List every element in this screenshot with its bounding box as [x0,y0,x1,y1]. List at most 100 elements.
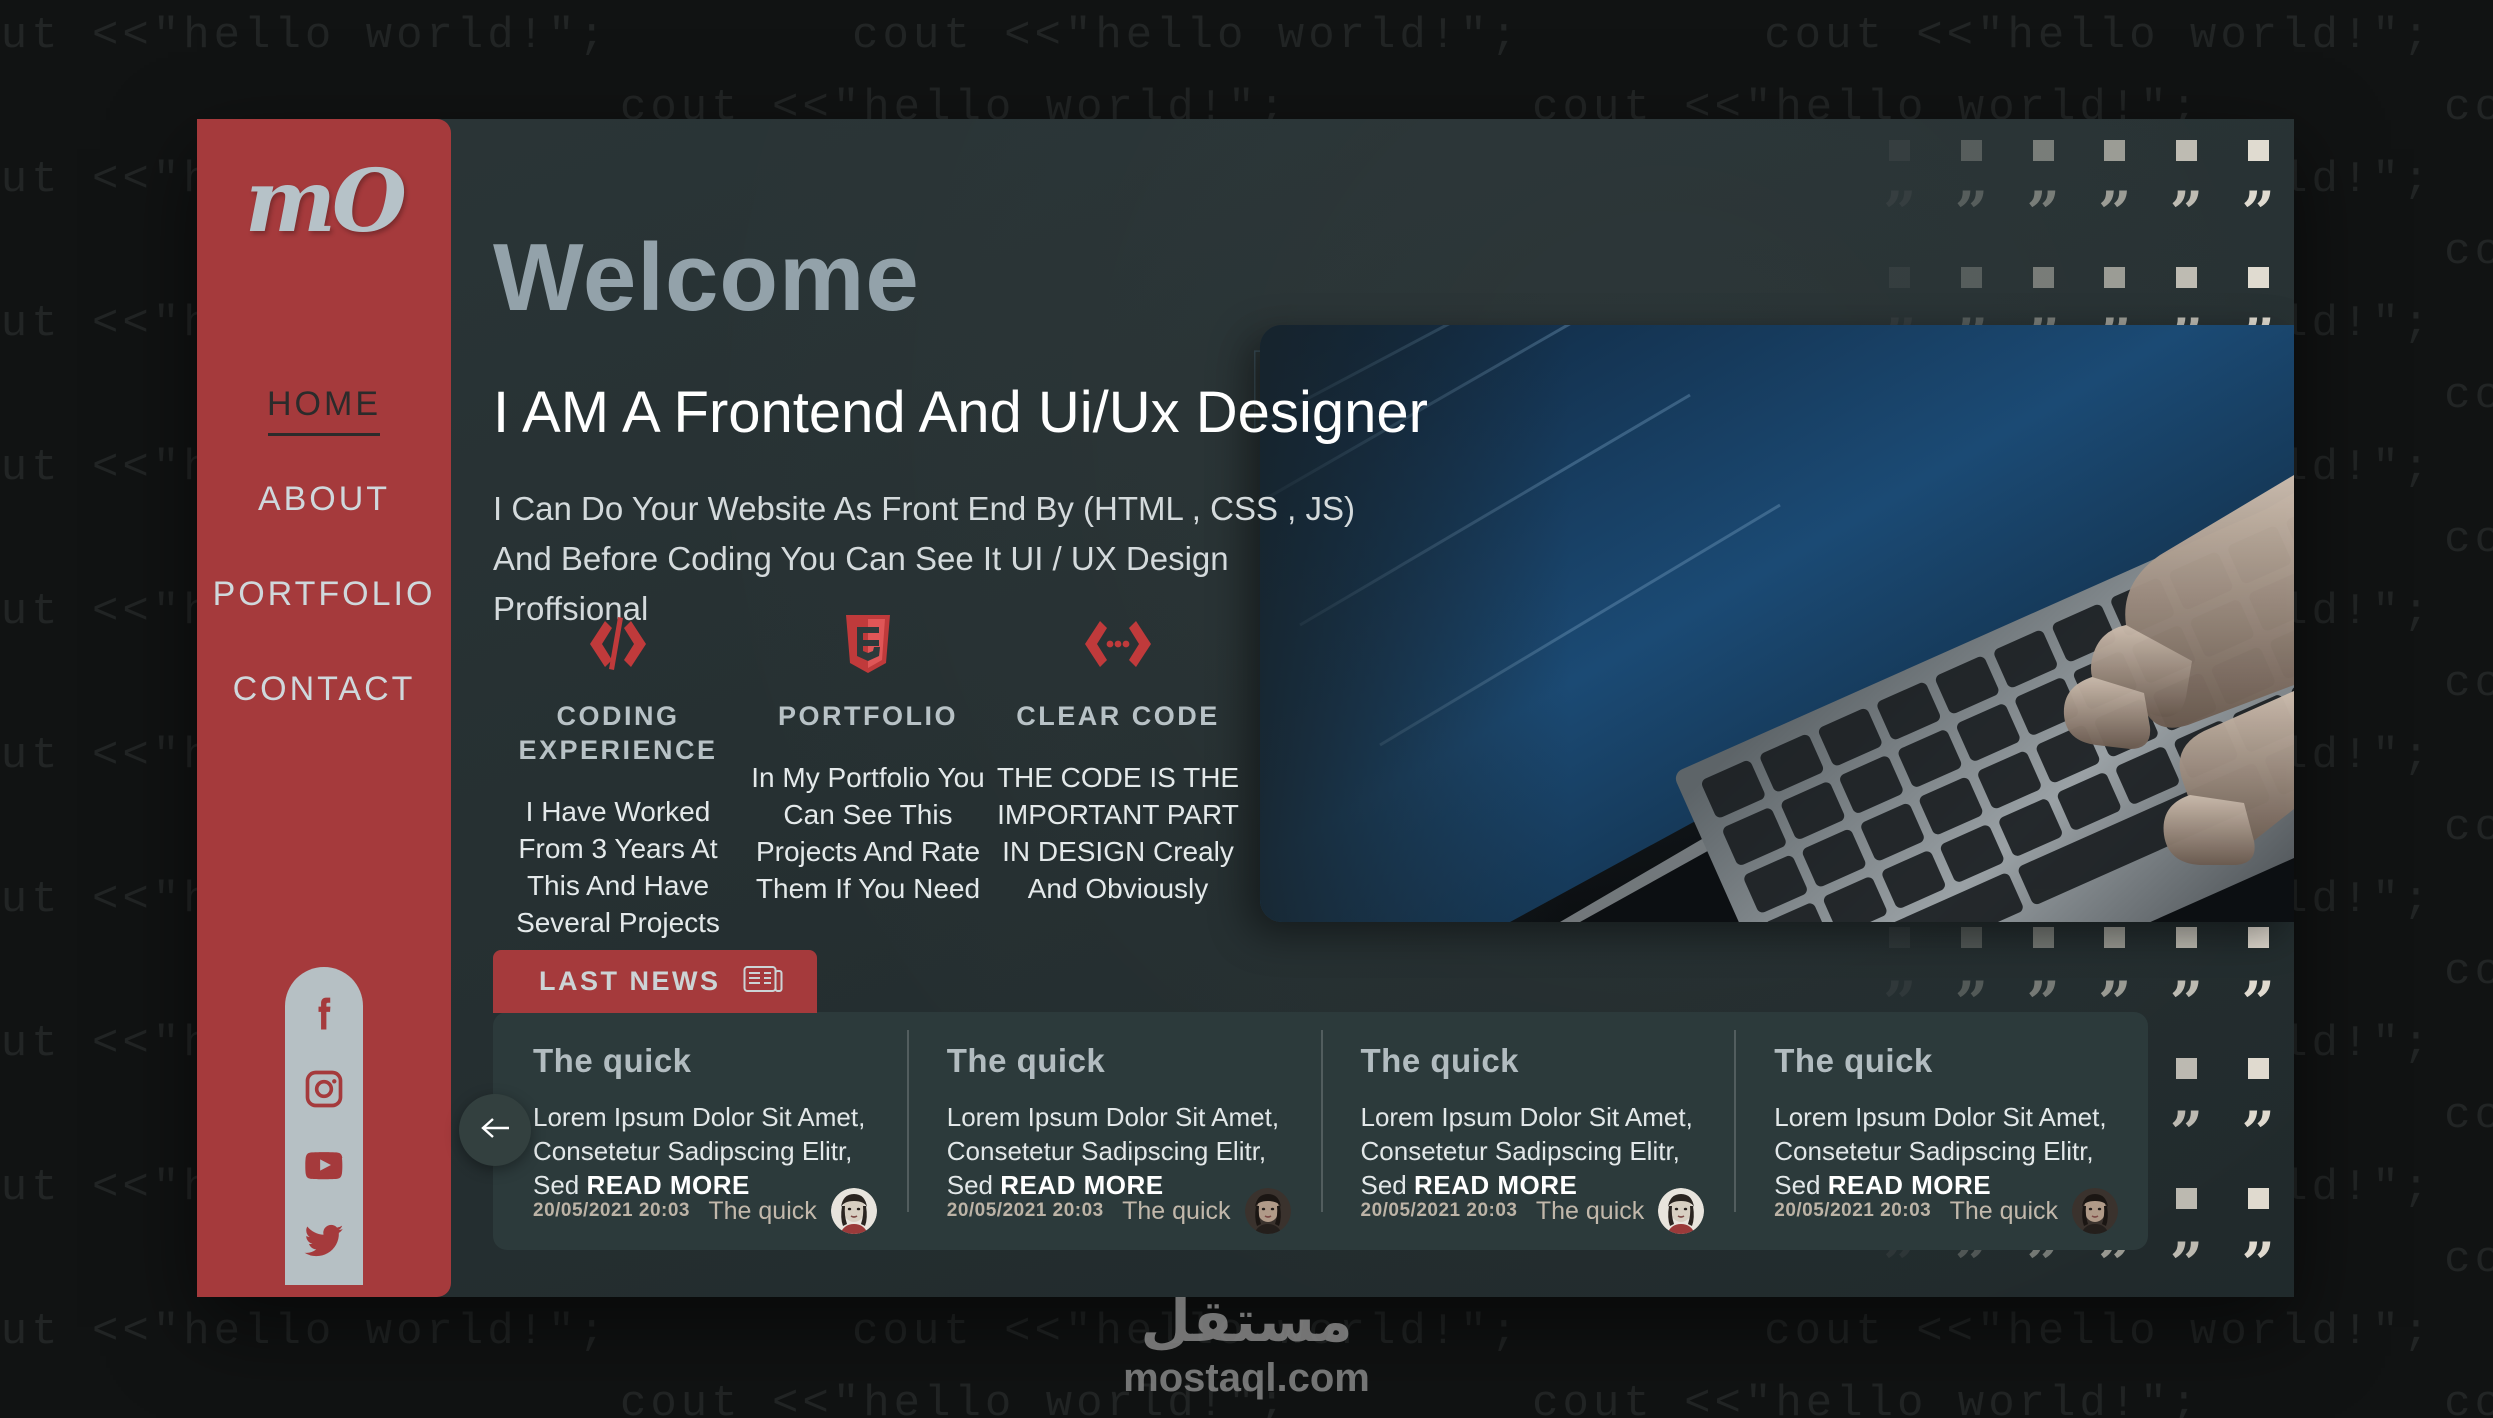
decorative-square [2104,266,2126,288]
news-card-title: The quick [946,1042,1106,1079]
decorative-square [2104,140,2126,162]
news-card[interactable]: The quick Lorem Ipsum Dolor Sit Amet, Con… [493,1012,907,1250]
news-card[interactable]: The quick Lorem Ipsum Dolor Sit Amet, Con… [1734,1012,2148,1250]
code-brackets-icon [493,613,743,675]
news-card-title: The quick [533,1042,692,1079]
decorative-grid-cell: ” [2151,1101,2223,1166]
feature-item: CLEAR CODE THE CODE IS THE IMPORTANT PART… [993,613,1243,941]
decorative-quote-glyph: ” [1883,1229,1917,1297]
sidebar-item-contact[interactable]: CONTACT [197,642,451,737]
decorative-grid-cell [2079,246,2151,309]
hero-description-line: And Before Coding You Can See It UI / UX… [493,540,1229,577]
last-news-tab[interactable]: LAST NEWS [493,950,817,1013]
sidebar-item-about[interactable]: ABOUT [197,452,451,547]
feature-description: THE CODE IS THE IMPORTANT PART IN DESIGN… [996,762,1240,904]
left-sidebar: mO HOME ABOUT PORTFOLIO CONTACT [197,119,451,1297]
news-card-author: The quick [1949,1196,2058,1225]
news-card-footer: 20/05/2021 20:03 The quick [1361,1188,1705,1234]
decorative-quote-glyph: ” [2169,179,2204,248]
news-card-title: The quick [1774,1042,1933,1079]
decorative-grid-cell: ” [2222,1232,2294,1297]
decorative-grid-cell: ” [2007,182,2079,245]
decorative-square [1889,927,1911,949]
decorative-quote-glyph: ” [2098,179,2132,248]
decorative-grid-cell [2007,246,2079,309]
decorative-quote-glyph: ” [2241,1229,2275,1297]
design-mockup-frame: ”””””””””””””””””””””””” ”””””””””””””””… [197,119,2294,1297]
decorative-square [1960,266,1982,288]
feature-title: CODING EXPERIENCE [518,701,718,765]
decorative-grid-cell: ” [1936,182,2008,245]
decorative-grid-cell: ” [2222,1101,2294,1166]
news-card-body: Lorem Ipsum Dolor Sit Amet, Consetetur S… [533,1100,873,1202]
sidebar-item-portfolio[interactable]: PORTFOLIO [197,547,451,642]
page-title: Welcome [493,224,920,331]
sidebar-item-home[interactable]: HOME [197,357,451,452]
decorative-square [1889,140,1911,162]
news-card[interactable]: The quick Lorem Ipsum Dolor Sit Amet, Con… [906,1012,1321,1250]
news-card-footer: 20/05/2021 20:03 The quick [1774,1188,2118,1234]
hero-tagline: I AM A Frontend And Ui/Ux Designer [493,380,1428,445]
decorative-quote-glyph: ” [2026,1229,2060,1297]
decorative-quote-glyph: ” [1954,1229,1989,1297]
decorative-square [2104,927,2126,949]
decorative-grid-cell: ” [2222,970,2294,1035]
brand-logo[interactable]: mO [245,159,407,245]
decorative-square [2247,1188,2269,1210]
feature-list: CODING EXPERIENCE I Have Worked From 3 Ye… [493,613,1243,941]
decorative-quote-glyph: ” [2026,179,2060,248]
decorative-square [2247,1057,2269,1079]
social-links [285,967,363,1285]
decorative-square [2032,266,2054,288]
page-root: cout <<"hello world!"; cout <<"hello wor… [0,0,2493,1418]
carousel-prev-button[interactable] [459,1094,531,1166]
decorative-quote-glyph: ” [2098,1229,2132,1297]
decorative-grid-cell [2151,246,2223,309]
hero-description: I Can Do Your Website As Front End By (H… [493,484,1393,634]
youtube-icon[interactable] [302,1143,346,1187]
feature-item: PORTFOLIO In My Portfolio You Can See Thi… [743,613,993,941]
news-card[interactable]: The quick Lorem Ipsum Dolor Sit Amet, Con… [1320,1012,1735,1250]
facebook-icon[interactable] [302,991,346,1035]
news-card-author-group: The quick [708,1188,877,1234]
code-background-line: cout <<"hello world!"; cout <<"hello wor… [0,11,2434,61]
decorative-grid-cell: ” [2222,182,2294,245]
decorative-quote-glyph: ” [2241,179,2275,248]
decorative-grid-cell [2222,1036,2294,1101]
code-background-line: cout <<"hello world!"; cout <<"hello wor… [620,1379,2493,1418]
news-card-author: The quick [1122,1196,1231,1225]
decorative-square [2032,927,2054,949]
decorative-grid-cell [1864,119,1936,182]
news-card-date: 20/05/2021 20:03 [1360,1200,1518,1221]
news-card-title: The quick [1360,1042,1520,1079]
news-card-date: 20/05/2021 20:03 [533,1200,690,1221]
decorative-grid-cell [2007,119,2079,182]
news-card-date: 20/05/2021 20:03 [946,1200,1104,1221]
decorative-grid-cell [2151,1036,2223,1101]
news-card-body: Lorem Ipsum Dolor Sit Amet, Consetetur S… [1361,1100,1701,1202]
news-card-author-group: The quick [1950,1188,2118,1234]
decorative-grid-cell [2151,1166,2223,1231]
decorative-grid-cell: ” [2151,970,2223,1035]
decorative-quote-glyph: ” [2241,1099,2275,1168]
instagram-icon[interactable] [302,1067,346,1111]
news-card-date: 20/05/2021 20:03 [1774,1200,1932,1221]
last-news-panel: The quick Lorem Ipsum Dolor Sit Amet, Con… [493,1012,2148,1250]
decorative-grid-cell [2079,119,2151,182]
decorative-quote-glyph: ” [2169,1229,2204,1297]
code-background-line: cout <<"hello world!"; cout <<"hello wor… [0,1307,2434,1357]
decorative-grid-cell: ” [2151,1232,2223,1297]
twitter-icon[interactable] [302,1219,346,1263]
decorative-square [1889,266,1911,288]
avatar [1658,1188,1705,1234]
decorative-quote-glyph: ” [1954,179,1989,248]
decorative-grid-cell: ” [2079,182,2151,245]
decorative-quote-glyph: ” [1883,179,1917,248]
news-card-body: Lorem Ipsum Dolor Sit Amet, Consetetur S… [947,1100,1287,1202]
news-card-author-group: The quick [1536,1188,1705,1234]
main-navigation: HOME ABOUT PORTFOLIO CONTACT [197,357,451,737]
news-card-body: Lorem Ipsum Dolor Sit Amet, Consetetur S… [1774,1100,2114,1202]
avatar [1244,1188,1291,1234]
decorative-square [2247,927,2269,949]
decorative-grid-cell [1936,119,2008,182]
